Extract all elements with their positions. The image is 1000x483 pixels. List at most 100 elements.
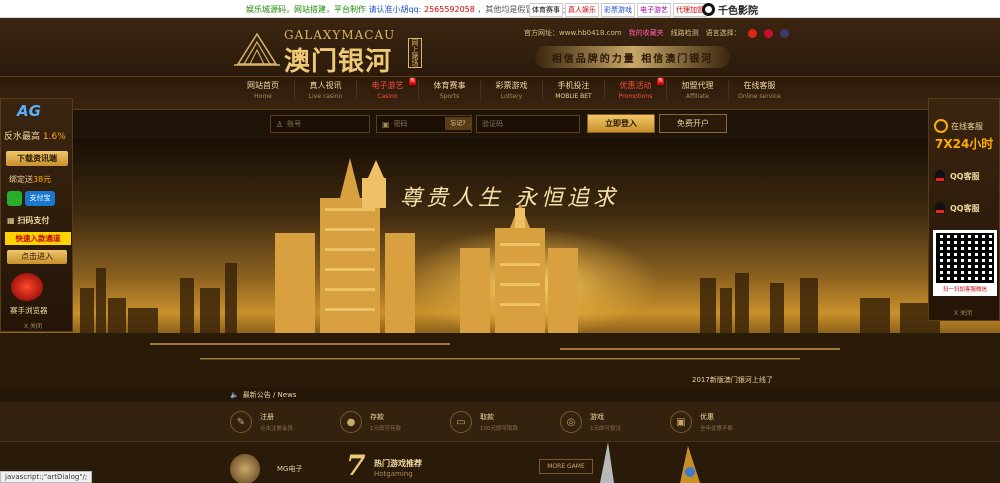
feature-row: ✎ 注册点击注册会员 ● 存款 1元即可存款 ▭ 取款 100元即可取款 ◎ 游戏 1… bbox=[0, 402, 1000, 442]
nav-label: 网站首页 bbox=[247, 81, 279, 90]
nav-sublabel: Lottery bbox=[500, 93, 523, 100]
feature-sub: 全年优惠不断 bbox=[700, 426, 734, 432]
hot-badge: 热 bbox=[657, 78, 664, 85]
card-icon: ▭ bbox=[450, 411, 472, 433]
captcha-placeholder: 验证码 bbox=[482, 120, 503, 128]
nav-item-casino[interactable]: 热电子游艺 Casino bbox=[356, 78, 418, 100]
forgot-password-button[interactable]: 忘记? bbox=[445, 117, 471, 130]
feature-title: 注册 bbox=[260, 413, 274, 421]
username-input[interactable]: ♙ 账号 bbox=[270, 115, 370, 133]
online-service-label: 在线客服 bbox=[951, 121, 983, 131]
feature-title: 优惠 bbox=[700, 413, 714, 421]
nav-item-live[interactable]: 真人视讯 Live casino bbox=[294, 80, 356, 100]
feature-register[interactable]: ✎ 注册点击注册会员 bbox=[230, 402, 338, 442]
logo-stamp: 网上赌场 bbox=[408, 38, 422, 68]
logo-english: GALAXYMACAU bbox=[284, 28, 396, 42]
feature-deposit[interactable]: ● 存款 1元即可存款 bbox=[340, 402, 448, 442]
feature-promos[interactable]: ▣ 优惠全年优惠不断 bbox=[670, 402, 778, 442]
nav-sublabel: Live casino bbox=[308, 93, 343, 100]
promo-tags: 体育赛事 真人娱乐 彩票游戏 电子游艺 代理加盟 bbox=[529, 3, 707, 17]
feature-games[interactable]: ◎ 游戏 1元即可投注 bbox=[560, 402, 668, 442]
feature-title: 存款 bbox=[370, 413, 384, 421]
captcha-input[interactable]: 验证码 bbox=[476, 115, 580, 133]
brand-badge[interactable]: 千色影院 bbox=[702, 2, 758, 17]
username-placeholder: 账号 bbox=[287, 120, 302, 128]
qq-penguin-icon bbox=[935, 202, 945, 214]
more-games-button[interactable]: MORE GAME bbox=[539, 459, 593, 474]
gift-icon: ▣ bbox=[670, 411, 692, 433]
feature-withdraw[interactable]: ▭ 取款 100元即可取款 bbox=[450, 402, 558, 442]
nav-label: 体育赛事 bbox=[433, 81, 466, 90]
brand-logo-icon bbox=[702, 3, 715, 16]
enter-button[interactable]: 点击进入 bbox=[7, 250, 67, 264]
sword-decoration-icon bbox=[600, 442, 700, 483]
right-close-button[interactable]: X 关闭 bbox=[954, 308, 972, 317]
left-close-button[interactable]: X 关闭 bbox=[24, 321, 42, 330]
register-button[interactable]: 免费开户 bbox=[659, 114, 727, 133]
news-label[interactable]: 最新公告 / News bbox=[243, 390, 297, 400]
hero-banner[interactable]: 尊贵人生 永恒追求 2017新版澳门银河上线了 bbox=[0, 138, 1000, 388]
payment-icons: 支付宝 bbox=[7, 191, 55, 206]
qq-penguin-icon bbox=[935, 170, 945, 182]
nav-label: 加盟代理 bbox=[681, 81, 714, 90]
online-service-text[interactable]: 在线客服 bbox=[934, 119, 983, 133]
top-promo-strip: 娱乐城源码，网站搭建，平台制作 请认准小胡qq: 2565592058 ，其他均… bbox=[0, 0, 1000, 18]
pen-icon: ✎ bbox=[230, 411, 252, 433]
promo-part-1: 娱乐城源码，网站搭建，平台制作 bbox=[246, 5, 366, 14]
flag-us-icon[interactable] bbox=[779, 28, 789, 38]
login-bar: ♙ 账号 ▣ 密码 忘记? 验证码 立即登入 免费开户 bbox=[0, 110, 1000, 138]
speaker-icon: 🔈 bbox=[230, 391, 239, 399]
user-icon: ♙ bbox=[276, 119, 284, 129]
browser-icon[interactable] bbox=[11, 273, 43, 301]
scan-icon: ▦ bbox=[7, 216, 18, 225]
tag-sports[interactable]: 体育赛事 bbox=[529, 3, 563, 17]
tag-live[interactable]: 真人娱乐 bbox=[565, 3, 599, 17]
scan-pay-text: ▦ 扫码支付 bbox=[7, 215, 49, 226]
hot-badge: 热 bbox=[409, 78, 416, 85]
nav-item-mobile[interactable]: 手机投注 MOBLIE BET bbox=[542, 80, 604, 100]
nav-item-affiliate[interactable]: 加盟代理 Affiliate bbox=[666, 80, 728, 100]
nav-sublabel: Online service bbox=[738, 93, 781, 100]
nav-sublabel: Affiliate bbox=[686, 93, 709, 100]
rebate-label: 反水最高 bbox=[4, 132, 41, 142]
banner-headline: 尊贵人生 永恒追求 bbox=[400, 186, 619, 211]
favorites-link[interactable]: 我的收藏夹 bbox=[629, 28, 664, 38]
feature-sub: 点击注册会员 bbox=[260, 426, 294, 432]
nav-item-promotions[interactable]: 热优惠活动 Promotions bbox=[604, 78, 666, 100]
tag-casino[interactable]: 电子游艺 bbox=[637, 3, 671, 17]
download-client-button[interactable]: 下载资讯端 bbox=[6, 151, 68, 166]
banner-ticker: 2017新版澳门银河上线了 bbox=[692, 376, 773, 384]
nav-item-lottery[interactable]: 彩票游戏 Lottery bbox=[480, 80, 542, 100]
login-button[interactable]: 立即登入 bbox=[587, 114, 655, 133]
rebate-text: 反水最高 1.6% bbox=[4, 129, 66, 142]
bind-label: 绑定送 bbox=[9, 175, 33, 184]
ag-logo: AG bbox=[17, 102, 41, 120]
bind-bonus-text: 绑定送38元 bbox=[9, 174, 51, 185]
mg-label[interactable]: MG电子 bbox=[277, 464, 302, 474]
qq-service-2[interactable]: QQ客服 bbox=[935, 201, 995, 215]
nav-label: 手机投注 bbox=[557, 81, 590, 90]
feature-title: 游戏 bbox=[590, 413, 604, 421]
headset-icon bbox=[934, 119, 948, 133]
mg-coin-icon[interactable] bbox=[230, 454, 260, 483]
nav-item-service[interactable]: 在线客服 Online service bbox=[728, 80, 790, 100]
wechat-qr-code: 扫一扫加客服微信 bbox=[933, 230, 997, 296]
header-slogan: 相信品牌的力量 相信澳门银河 bbox=[535, 46, 730, 68]
line-check-link[interactable]: 线路检测 bbox=[671, 28, 699, 38]
right-float-panel: 在线客服 7X24小时 QQ客服 QQ客服 扫一扫加客服微信 X 关闭 bbox=[928, 98, 1000, 321]
flag-cn-icon[interactable] bbox=[747, 28, 757, 38]
bind-amount: 38元 bbox=[33, 175, 52, 184]
wechat-pay-icon bbox=[7, 191, 22, 206]
promo-part-2: 请认准小胡qq: bbox=[368, 5, 422, 14]
site-logo[interactable]: GALAXYMACAU 澳门银河 网上赌场 bbox=[234, 24, 422, 77]
nav-item-home[interactable]: 网站首页 Home bbox=[232, 80, 294, 100]
tag-lottery[interactable]: 彩票游戏 bbox=[601, 3, 635, 17]
qq-service-1[interactable]: QQ客服 bbox=[935, 169, 995, 183]
flag-hk-icon[interactable] bbox=[763, 28, 773, 38]
browser-label[interactable]: 赛手浏览器 bbox=[10, 305, 48, 316]
nav-item-sports[interactable]: 体育赛事 Sports bbox=[418, 80, 480, 100]
qr-label: 扫一扫加客服微信 bbox=[942, 287, 987, 293]
nav-label: 在线客服 bbox=[743, 81, 776, 90]
fast-deposit-label[interactable]: 快速入款通道 bbox=[5, 232, 71, 245]
lock-icon: ▣ bbox=[382, 119, 390, 129]
